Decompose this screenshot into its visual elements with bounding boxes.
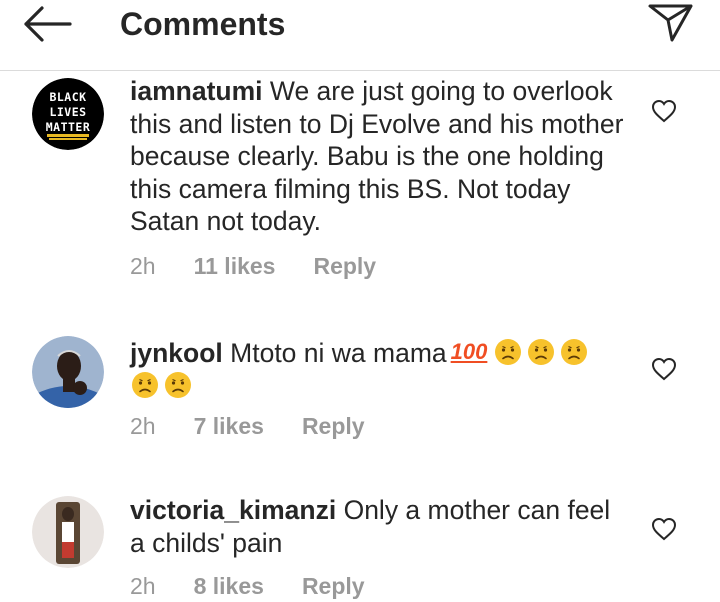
frowning-face-emoji: [165, 371, 191, 398]
avatar-text: BLACK LIVES MATTER: [45, 90, 91, 134]
frowning-face-emoji: [495, 339, 522, 365]
reply-button[interactable]: Reply: [302, 571, 365, 601]
send-direct-icon: [648, 4, 693, 42]
username[interactable]: victoria_kimanzi: [130, 495, 336, 525]
comment-meta: 2h 7 likes Reply: [130, 411, 365, 441]
comment-item: BLACK LIVES MATTER iamnatumi We are just…: [0, 70, 720, 290]
back-button[interactable]: [18, 4, 78, 44]
frowning-face-emoji: [528, 339, 555, 365]
likes-count[interactable]: 7 likes: [194, 411, 264, 441]
comment-message: Mtoto ni wa mama: [230, 338, 447, 368]
profile-photo: [32, 336, 104, 408]
page-title: Comments: [120, 6, 286, 42]
avatar[interactable]: BLACK LIVES MATTER: [32, 78, 104, 150]
avatar[interactable]: [32, 496, 104, 568]
username[interactable]: iamnatumi: [130, 76, 263, 106]
timestamp: 2h: [130, 573, 156, 599]
header-bar: Comments: [0, 0, 720, 71]
arrow-left-icon: [24, 6, 72, 42]
profile-photo: [32, 496, 104, 568]
reply-button[interactable]: Reply: [302, 411, 365, 441]
send-button[interactable]: [646, 0, 696, 46]
frowning-face-emoji: [561, 339, 588, 365]
comment-text: victoria_kimanzi Only a mother can feel …: [130, 494, 630, 559]
frowning-face-emoji: [132, 371, 158, 398]
likes-count[interactable]: 11 likes: [194, 251, 276, 281]
comment-meta: 2h 8 likes Reply: [130, 571, 365, 601]
heart-icon[interactable]: [651, 357, 677, 381]
timestamp: 2h: [130, 413, 156, 439]
username[interactable]: jynkool: [130, 338, 223, 368]
comment-item: jynkool Mtoto ni wa mama 100 2h 7 likes Rep…: [0, 322, 720, 462]
hundred-points-emoji: 100: [450, 339, 488, 364]
comment-item: victoria_kimanzi Only a mother can feel …: [0, 482, 720, 602]
avatar[interactable]: [32, 336, 104, 408]
comment-text: jynkool Mtoto ni wa mama 100: [130, 336, 630, 402]
reply-button[interactable]: Reply: [313, 251, 376, 281]
heart-icon[interactable]: [651, 517, 677, 541]
likes-count[interactable]: 8 likes: [194, 571, 264, 601]
comment-text: iamnatumi We are just going to overlook …: [130, 75, 630, 238]
heart-icon[interactable]: [651, 99, 677, 123]
comments-screen: Comments BLACK LIVES MATTER iamnatumi We…: [0, 0, 720, 602]
timestamp: 2h: [130, 253, 156, 279]
comment-meta: 2h 11 likes Reply: [130, 251, 376, 281]
